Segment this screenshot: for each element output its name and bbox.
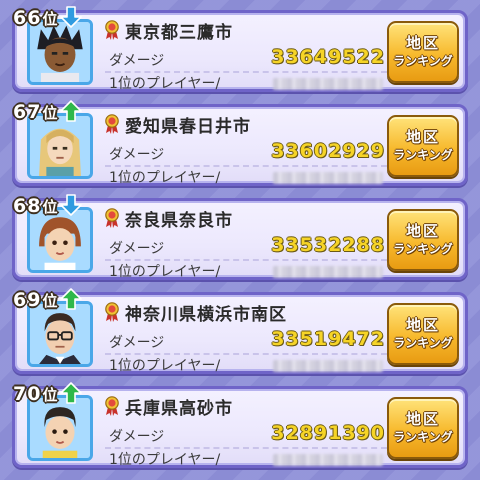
arrow-down-icon [60,194,83,216]
region-ranking-button-line1: 地区 [405,410,440,428]
top-player-label: 1位のプレイヤー/ [109,452,221,468]
top-player-name-redacted [273,172,383,184]
top-player-name-redacted [273,360,383,372]
region-ranking-button-line2: ランキング [393,430,453,444]
medal-ribbon-icon [105,20,119,40]
rank-number: 70位 [13,383,59,405]
arrow-up-icon [60,288,83,310]
rank-badge: 69位 [9,285,86,311]
city-name: 奈良県奈良市 [125,210,233,231]
top-player-name-redacted [273,78,383,90]
rank-badge: 68位 [9,191,86,217]
rank-badge: 70位 [9,379,86,405]
top-player-label: 1位のプレイヤー/ [109,76,221,92]
damage-value: 33649522 [271,46,385,68]
rank-number: 68位 [13,195,59,217]
medal-ribbon-icon [105,208,119,228]
top-player-label: 1位のプレイヤー/ [109,170,221,186]
top-player-label: 1位のプレイヤー/ [109,358,221,374]
medal-ribbon-icon [105,302,119,322]
damage-value: 33519472 [271,328,385,350]
rank-number: 67位 [13,101,59,123]
top-player-name-redacted [273,266,383,278]
region-ranking-button-line2: ランキング [393,242,453,256]
rank-number: 69位 [13,289,59,311]
ranking-row-70: 70位 兵庫県高砂市 ダメージ 32891390 1位のプレイヤー/ 地区 ラン… [12,382,468,470]
damage-label: ダメージ [109,147,165,163]
city-name: 愛知県春日井市 [125,116,251,137]
rank-badge: 67位 [9,97,86,123]
damage-label: ダメージ [109,53,165,69]
city-header: 東京都三鷹市 [103,18,233,43]
ranking-row-68: 68位 奈良県奈良市 ダメージ 33532288 1位のプレイヤー/ 地区 ラン… [12,194,468,282]
region-ranking-button-line2: ランキング [393,336,453,350]
top-player-row: 1位のプレイヤー/ [105,354,387,376]
region-ranking-button-line1: 地区 [405,128,440,146]
region-ranking-button-line1: 地区 [405,316,440,334]
top-player-row: 1位のプレイヤー/ [105,166,387,188]
ranking-row-66: 66位 東京都三鷹市 ダメージ 33649522 1位のプレイヤー/ 地区 ラン… [12,6,468,94]
region-ranking-button[interactable]: 地区 ランキング [387,115,459,177]
city-header: 愛知県春日井市 [103,112,251,137]
arrow-down-icon [60,6,83,28]
ranking-row-67: 67位 愛知県春日井市 ダメージ 33602929 1位のプレイヤー/ 地区 ラ… [12,100,468,188]
damage-label: ダメージ [109,335,165,351]
region-ranking-button-line2: ランキング [393,54,453,68]
damage-label: ダメージ [109,241,165,257]
top-player-label: 1位のプレイヤー/ [109,264,221,280]
damage-row: ダメージ 32891390 [105,422,387,449]
region-ranking-button-line2: ランキング [393,148,453,162]
medal-ribbon-icon [105,396,119,416]
damage-row: ダメージ 33532288 [105,234,387,261]
damage-value: 33532288 [271,234,385,256]
rank-badge: 66位 [9,3,86,29]
arrow-up-icon [60,382,83,404]
city-name: 兵庫県高砂市 [125,398,233,419]
top-player-row: 1位のプレイヤー/ [105,260,387,282]
top-player-row: 1位のプレイヤー/ [105,72,387,94]
region-ranking-button[interactable]: 地区 ランキング [387,303,459,365]
damage-label: ダメージ [109,429,165,445]
region-ranking-button[interactable]: 地区 ランキング [387,397,459,459]
ranking-row-69: 69位 神奈川県横浜市南区 ダメージ 33519472 1位のプレイヤー/ 地区… [12,288,468,376]
arrow-up-icon [60,100,83,122]
damage-value: 33602929 [271,140,385,162]
city-name: 東京都三鷹市 [125,22,233,43]
rank-number: 66位 [13,7,59,29]
city-header: 奈良県奈良市 [103,206,233,231]
city-name: 神奈川県横浜市南区 [125,304,287,325]
damage-value: 32891390 [271,422,385,444]
region-ranking-button-line1: 地区 [405,34,440,52]
region-ranking-button[interactable]: 地区 ランキング [387,21,459,83]
medal-ribbon-icon [105,114,119,134]
city-header: 神奈川県横浜市南区 [103,300,287,325]
region-ranking-button-line1: 地区 [405,222,440,240]
city-header: 兵庫県高砂市 [103,394,233,419]
damage-row: ダメージ 33519472 [105,328,387,355]
damage-row: ダメージ 33602929 [105,140,387,167]
top-player-name-redacted [273,454,383,466]
damage-row: ダメージ 33649522 [105,46,387,73]
region-ranking-button[interactable]: 地区 ランキング [387,209,459,271]
ranking-list: 66位 東京都三鷹市 ダメージ 33649522 1位のプレイヤー/ 地区 ラン… [0,0,480,480]
top-player-row: 1位のプレイヤー/ [105,448,387,470]
